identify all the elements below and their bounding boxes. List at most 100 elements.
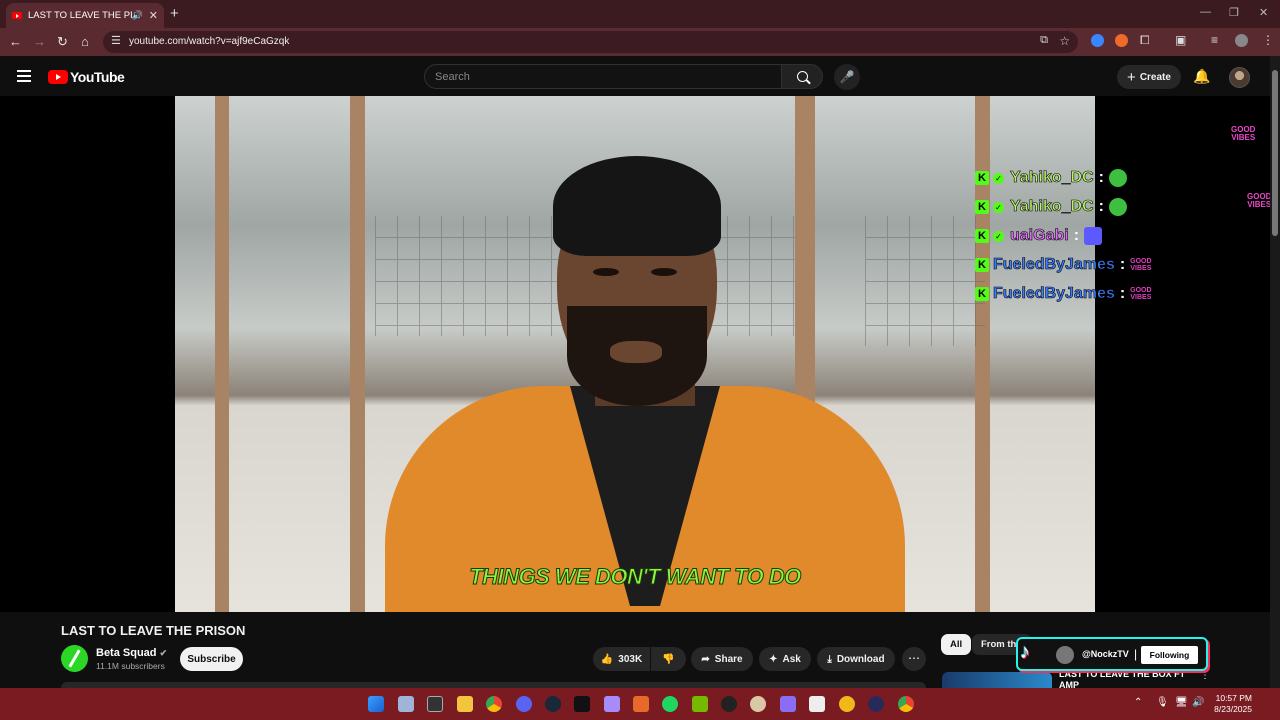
search-button[interactable] xyxy=(781,64,823,89)
account-avatar[interactable] xyxy=(1229,67,1250,88)
extension-icon[interactable] xyxy=(1091,34,1104,47)
volume-icon[interactable]: 🔊 xyxy=(1192,697,1204,708)
screen: LAST TO LEAVE THE PRISON 🔊 ✕ + — ❐ ✕ ← →… xyxy=(0,0,1280,720)
extensions-puzzle-icon[interactable]: ⧠ xyxy=(1140,33,1150,48)
extension-icon[interactable] xyxy=(1115,34,1128,47)
browser-tab[interactable]: LAST TO LEAVE THE PRISON 🔊 ✕ xyxy=(6,3,164,28)
verified-badge-icon: ✓ xyxy=(993,201,1004,213)
new-tab-button[interactable]: + xyxy=(170,5,179,22)
close-tab-icon[interactable]: ✕ xyxy=(149,9,158,22)
youtube-play-icon xyxy=(48,70,68,84)
github-icon[interactable] xyxy=(721,696,737,712)
app-icon[interactable] xyxy=(574,696,590,712)
subscribe-button[interactable]: Subscribe xyxy=(180,647,243,671)
microphone-icon[interactable]: 🎙 xyxy=(1156,697,1169,708)
more-actions-icon[interactable]: ⋯ xyxy=(902,647,926,671)
steam-icon[interactable] xyxy=(545,696,561,712)
clock-date: 8/23/2025 xyxy=(1214,704,1252,714)
download-button[interactable]: ⤓ Download xyxy=(817,647,895,671)
scrollbar-thumb[interactable] xyxy=(1272,70,1278,236)
forward-icon[interactable]: → xyxy=(33,34,46,49)
audio-playing-icon[interactable]: 🔊 xyxy=(132,10,143,21)
home-icon[interactable]: ⌂ xyxy=(81,34,89,49)
pen-app-icon[interactable] xyxy=(604,696,620,712)
create-button[interactable]: + Create xyxy=(1117,65,1181,89)
reload-icon[interactable]: ↻ xyxy=(57,34,68,50)
nvidia-icon[interactable] xyxy=(692,696,708,712)
video-title: LAST TO LEAVE THE PRISON xyxy=(61,623,246,638)
chat-username: Yahiko_DC xyxy=(1010,198,1094,216)
address-bar[interactable]: ☰ youtube.com/watch?v=ajf9eCaGzqk ⧉ ☆ xyxy=(103,31,1078,53)
channel-name[interactable]: Beta Squad ✔ xyxy=(96,647,167,659)
back-icon[interactable]: ← xyxy=(9,34,22,49)
site-info-icon[interactable]: ☰ xyxy=(111,34,121,47)
app-icon[interactable] xyxy=(839,696,855,712)
notepad-icon[interactable] xyxy=(809,696,825,712)
video-frame[interactable]: THINGS WE DON'T WANT TO DO xyxy=(175,96,1095,612)
profile-avatar[interactable] xyxy=(1235,34,1248,47)
restore-icon[interactable]: ❐ xyxy=(1229,6,1239,19)
install-app-icon[interactable]: ⧉ xyxy=(1040,34,1048,47)
up-next-thumbnail[interactable] xyxy=(942,672,1052,688)
thumbs-down-icon: 👎 xyxy=(662,653,675,665)
browser-menu-icon[interactable]: ⋮ xyxy=(1262,33,1274,47)
sticker-text: VIBES xyxy=(1231,133,1256,142)
download-label: Download xyxy=(836,653,885,665)
chat-message: K FueledByJames : GOOD VIBES xyxy=(975,253,1152,277)
terminal-icon[interactable] xyxy=(427,696,443,712)
window-grate xyxy=(865,216,985,346)
chrome-active-icon[interactable] xyxy=(898,696,914,712)
chrome-icon[interactable] xyxy=(486,696,502,712)
share-label: Share xyxy=(714,653,743,665)
create-label: Create xyxy=(1139,71,1171,83)
search-placeholder: Search xyxy=(435,71,470,83)
video-player[interactable]: THINGS WE DON'T WANT TO DO K ✓ Yahiko_DC… xyxy=(0,96,1271,612)
spotify-icon[interactable] xyxy=(662,696,678,712)
app-icon[interactable] xyxy=(750,696,766,712)
durag xyxy=(553,156,721,256)
page-scrollbar[interactable] xyxy=(1270,56,1280,688)
ask-button[interactable]: ✦ Ask xyxy=(759,647,811,671)
subscriber-count: 11.1M subscribers xyxy=(96,661,165,671)
share-button[interactable]: ➦ Share xyxy=(691,647,753,671)
chat-username: Yahiko_DC xyxy=(1010,169,1094,187)
reading-mode-icon[interactable]: ▣ xyxy=(1175,33,1186,47)
app-icon[interactable] xyxy=(780,696,796,712)
app-icon[interactable] xyxy=(633,696,649,712)
chat-colon: : xyxy=(1119,256,1126,273)
chat-colon: : xyxy=(1119,285,1126,302)
discord-icon[interactable] xyxy=(516,696,532,712)
photos-icon[interactable] xyxy=(398,696,414,712)
app-icon[interactable] xyxy=(868,696,884,712)
like-button[interactable]: 👍 303K xyxy=(593,647,650,671)
good-vibes-emote-icon: GOOD VIBES xyxy=(1130,287,1152,301)
verified-badge-icon: ✓ xyxy=(993,172,1004,184)
bookmark-star-icon[interactable]: ☆ xyxy=(1059,34,1070,48)
system-clock[interactable]: 10:57 PM 8/23/2025 xyxy=(1212,693,1252,715)
chat-colon: : xyxy=(1098,169,1104,186)
chat-username: uaiGabi xyxy=(1010,227,1069,245)
notifications-bell-icon[interactable]: 🔔 xyxy=(1193,68,1210,85)
mouth xyxy=(610,341,662,363)
chat-message: K ✓ Yahiko_DC : xyxy=(975,195,1127,219)
up-next-menu-icon[interactable]: ⋮ xyxy=(1200,670,1210,681)
windows-start-icon[interactable] xyxy=(368,696,384,712)
tiktok-handle: @NockzTV xyxy=(1082,649,1129,659)
network-icon[interactable]: 🖥 xyxy=(1175,697,1188,708)
media-control-icon[interactable]: ≡ xyxy=(1211,33,1218,47)
chip-all[interactable]: All xyxy=(941,634,972,655)
thumbs-up-icon: 👍 xyxy=(600,653,614,665)
kick-badge-icon: K xyxy=(975,200,989,214)
channel-avatar[interactable] xyxy=(61,645,88,672)
hamburger-menu-icon[interactable] xyxy=(17,70,31,85)
close-window-icon[interactable]: ✕ xyxy=(1259,6,1268,19)
search-input[interactable]: Search xyxy=(424,64,782,89)
show-hidden-icons-icon[interactable]: ⌃ xyxy=(1134,697,1142,708)
youtube-logo[interactable]: YouTube xyxy=(48,69,125,85)
kick-badge-icon: K xyxy=(975,258,989,272)
windows-taskbar: ⌃ 🎙 🖥 🔊 10:57 PM 8/23/2025 xyxy=(0,688,1280,720)
file-explorer-icon[interactable] xyxy=(457,696,473,712)
minimize-icon[interactable]: — xyxy=(1200,6,1211,18)
dislike-button[interactable]: 👎 xyxy=(651,647,686,671)
voice-search-button[interactable]: 🎤 xyxy=(834,64,860,90)
